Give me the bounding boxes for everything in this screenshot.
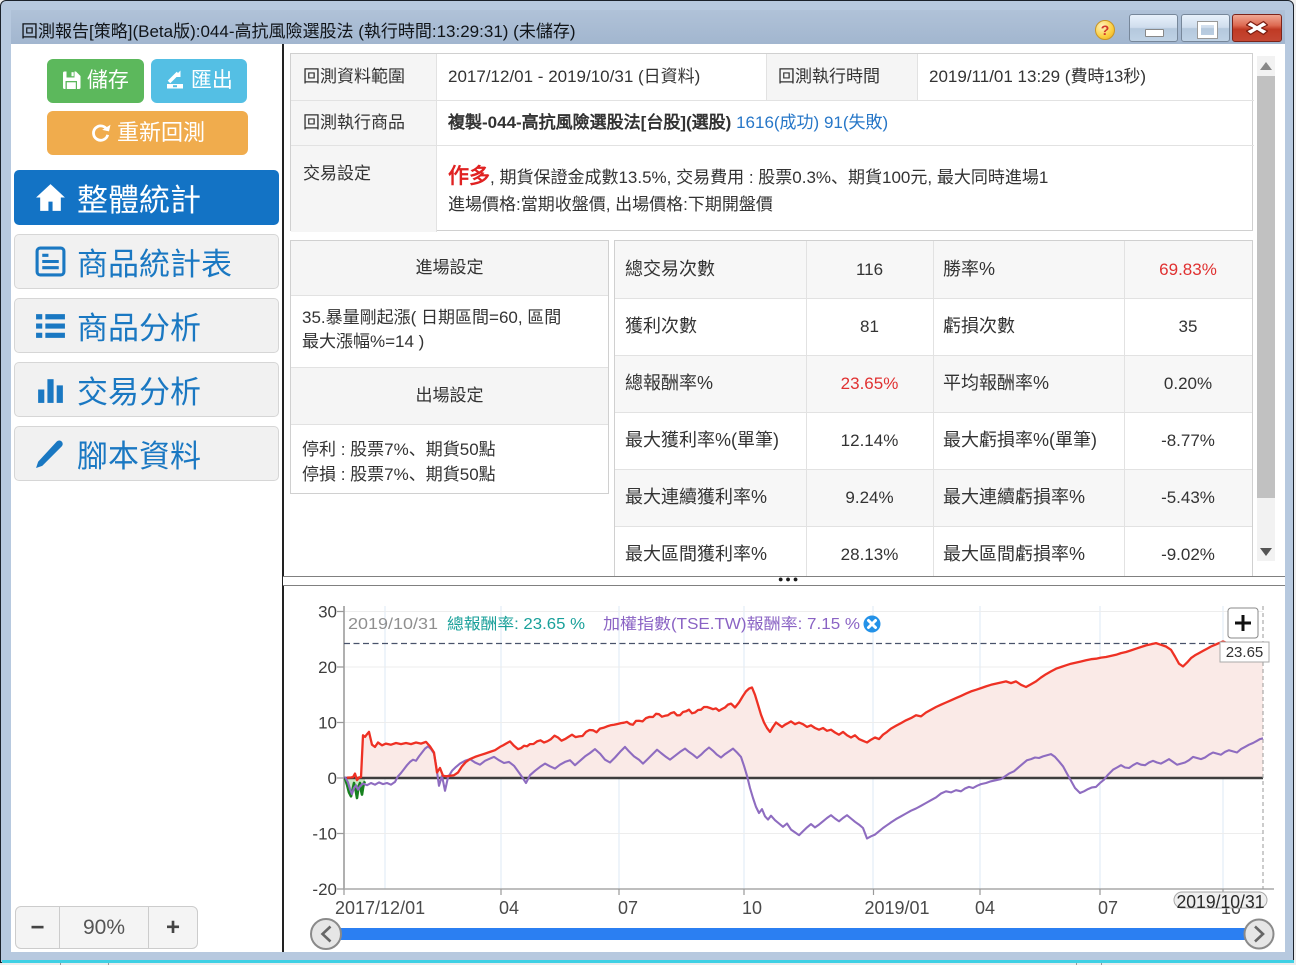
svg-text:23.65: 23.65	[1226, 644, 1264, 661]
svg-text:30: 30	[318, 603, 337, 622]
svg-text:總報酬率: 23.65 %: 總報酬率: 23.65 %	[447, 615, 585, 633]
svg-text:10: 10	[742, 898, 762, 918]
svg-text:2017/12/01: 2017/12/01	[335, 898, 425, 918]
svg-text:20: 20	[318, 658, 337, 677]
svg-text:0: 0	[328, 769, 337, 788]
svg-text:加權指數(TSE.TW)報酬率: 7.15 %: 加權指數(TSE.TW)報酬率: 7.15 %	[603, 615, 860, 633]
svg-text:07: 07	[618, 898, 638, 918]
svg-text:-10: -10	[312, 825, 337, 844]
svg-text:04: 04	[975, 898, 995, 918]
svg-text:2019/01: 2019/01	[864, 898, 929, 918]
svg-text:07: 07	[1098, 898, 1118, 918]
svg-text:10: 10	[318, 714, 337, 733]
svg-text:2019/10/31: 2019/10/31	[1177, 892, 1265, 912]
svg-text:04: 04	[499, 898, 519, 918]
svg-text:-20: -20	[312, 880, 337, 899]
svg-text:2019/10/31: 2019/10/31	[348, 616, 438, 633]
